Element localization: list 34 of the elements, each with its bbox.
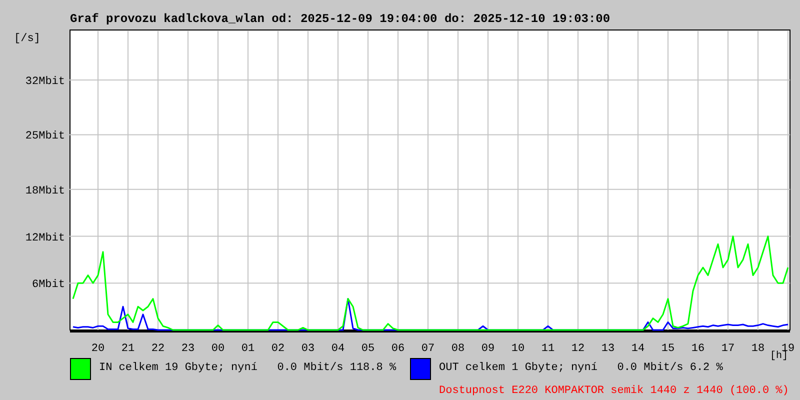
- x-tick-label: 05: [361, 343, 375, 355]
- x-tick-label: 12: [571, 343, 585, 355]
- x-tick-label: 06: [391, 343, 405, 355]
- availability-note: Dostupnost E220 KOMPAKTOR semik 1440 z 1440 (100.0 %): [439, 385, 789, 398]
- x-tick-label: 15: [661, 343, 675, 355]
- y-tick-label: 12Mbit: [25, 232, 65, 244]
- x-tick-label: 23: [181, 343, 195, 355]
- x-tick-label: 04: [331, 343, 345, 355]
- x-tick-label: 16: [691, 343, 705, 355]
- x-tick-label: 00: [211, 343, 225, 355]
- x-tick-label: 14: [631, 343, 645, 355]
- y-tick-label: 6Mbit: [32, 279, 65, 292]
- legend-label: IN celkem 19 Gbyte; nyní 0.0 Mbit/s 118.8 %: [99, 362, 396, 375]
- x-tick-label: 11: [541, 343, 555, 355]
- legend-label: OUT celkem 1 Gbyte; nyní 0.0 Mbit/s 6.2 %: [439, 362, 724, 375]
- x-tick-label: 09: [481, 343, 495, 355]
- y-tick-label: 32Mbit: [25, 76, 65, 88]
- x-tick-label: 21: [121, 343, 135, 355]
- x-tick-label: 08: [451, 343, 465, 355]
- x-tick-label: 07: [421, 343, 435, 355]
- x-tick-label: 01: [241, 343, 255, 355]
- x-axis-unit: [h]: [770, 351, 788, 362]
- y-axis-unit: [/s]: [14, 33, 40, 45]
- x-tick-label: 22: [151, 343, 165, 355]
- x-tick-label: 18: [751, 343, 765, 355]
- x-tick-label: 03: [301, 343, 315, 355]
- chart-title: Graf provozu kadlckova_wlan od: 2025-12-09 19:04:00 do: 2025-12-10 19:03:00: [70, 12, 610, 26]
- x-tick-label: 13: [601, 343, 615, 355]
- x-tick-label: 02: [271, 343, 285, 355]
- x-tick-label: 17: [721, 343, 735, 355]
- y-tick-label: 18Mbit: [25, 185, 65, 198]
- y-tick-label: 25Mbit: [25, 130, 65, 143]
- x-tick-label: 10: [511, 343, 525, 355]
- x-tick-label: 20: [91, 343, 105, 355]
